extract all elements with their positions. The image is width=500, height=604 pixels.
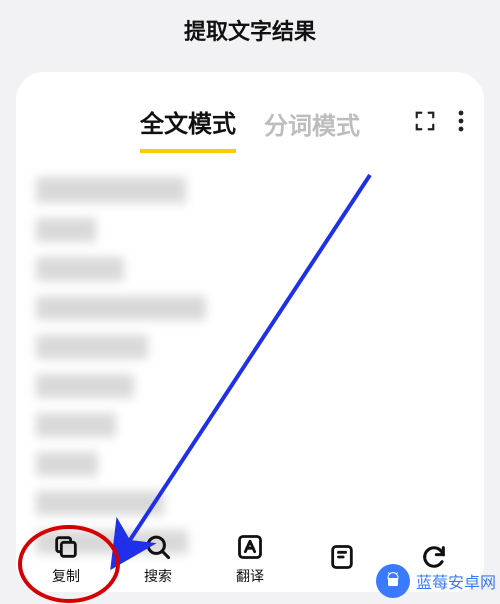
page-title: 提取文字结果 — [184, 14, 316, 46]
copy-button[interactable]: 复制 — [22, 532, 110, 586]
extracted-text-body — [36, 175, 464, 569]
text-line — [36, 335, 148, 359]
fullscreen-icon[interactable] — [414, 110, 436, 137]
tab-segment-mode[interactable]: 分词模式 — [264, 106, 360, 151]
title-bar: 提取文字结果 — [0, 0, 500, 60]
search-icon — [143, 532, 173, 562]
tab-full-mode[interactable]: 全文模式 — [140, 104, 236, 153]
text-line — [36, 491, 164, 515]
text-line — [36, 413, 116, 437]
tab-right-controls — [414, 110, 464, 137]
search-button[interactable]: 搜索 — [114, 532, 202, 586]
note-button[interactable] — [298, 532, 386, 586]
text-line — [36, 452, 98, 476]
text-line — [36, 374, 134, 398]
copy-label: 复制 — [52, 566, 80, 586]
copy-icon — [51, 532, 81, 562]
translate-button[interactable]: 翻译 — [206, 532, 294, 586]
text-line — [36, 177, 186, 203]
search-label: 搜索 — [144, 566, 172, 586]
more-vertical-icon[interactable] — [458, 110, 464, 137]
translate-label: 翻译 — [236, 566, 264, 586]
text-line — [36, 257, 124, 281]
translate-icon — [235, 532, 265, 562]
android-icon — [376, 564, 410, 598]
text-line — [36, 296, 206, 320]
watermark-text: 蓝莓安卓网 — [416, 569, 496, 593]
text-line — [36, 218, 96, 242]
note-icon — [327, 542, 357, 572]
watermark: 蓝莓安卓网 — [376, 564, 496, 598]
result-card: 全文模式 分词模式 复制 — [16, 72, 484, 592]
tabs: 全文模式 分词模式 — [36, 104, 464, 153]
